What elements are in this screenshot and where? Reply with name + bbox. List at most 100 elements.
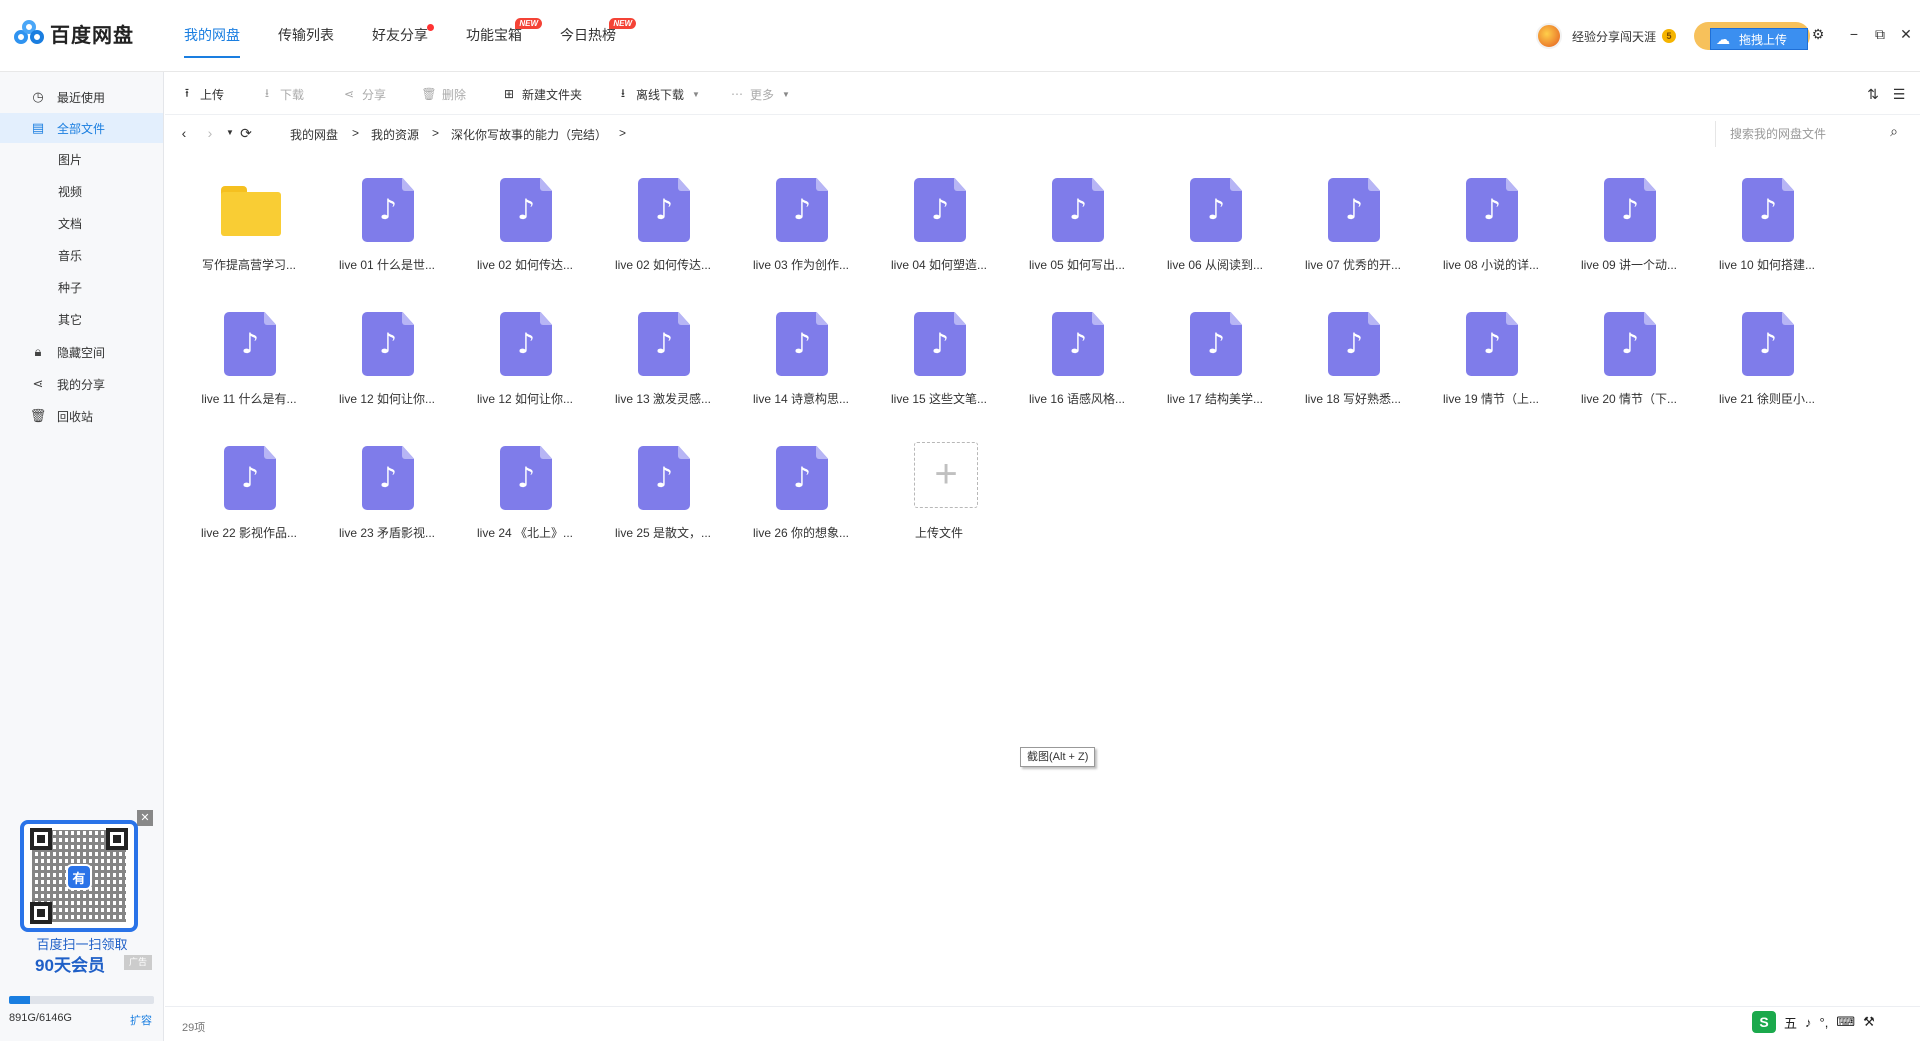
file-item[interactable]: ♪ live 03 作为创作... — [742, 170, 860, 280]
file-item[interactable]: ♪ live 09 讲一个动... — [1570, 170, 1688, 280]
file-item[interactable]: ♪ live 05 如何写出... — [1018, 170, 1136, 280]
ime-toolbar[interactable]: S 五 ♪ °, ⌨ ⚒ — [1752, 1010, 1875, 1034]
chevron-down-icon: ▼ — [692, 89, 700, 99]
file-item[interactable]: ♪ live 21 徐则臣小... — [1708, 304, 1826, 414]
sogou-ime-icon[interactable]: S — [1752, 1011, 1776, 1033]
sidebar-item-recycle-bin[interactable]: 🗑︎ 回收站 — [0, 401, 163, 431]
restore-icon[interactable]: ⧉ — [1870, 24, 1890, 44]
search-icon[interactable]: ⌕ — [1885, 123, 1903, 141]
file-name: live 24 《北上》... — [476, 526, 574, 540]
sidebar-item-recent[interactable]: ◷ 最近使用 — [0, 82, 163, 112]
file-item[interactable]: ♪ live 15 这些文笔... — [880, 304, 998, 414]
search-input[interactable]: 搜索我的网盘文件 — [1715, 121, 1865, 147]
sort-icon[interactable]: ⇅ — [1863, 84, 1883, 104]
file-item[interactable]: ♪ live 12 如何让你... — [328, 304, 446, 414]
new-folder-button[interactable]: ⊞ 新建文件夹 — [502, 84, 582, 104]
upload-button[interactable]: ⭱ 上传 — [180, 84, 224, 104]
breadcrumb-item[interactable]: 我的资源 — [371, 126, 419, 143]
gear-icon[interactable]: ⚙ — [1808, 24, 1828, 44]
file-item[interactable]: ♪ live 12 如何让你... — [466, 304, 584, 414]
file-item[interactable]: ♪ live 22 影视作品... — [190, 438, 308, 548]
sidebar-item-videos[interactable]: 视频 — [58, 182, 82, 202]
file-item[interactable]: ♪ live 11 什么是有... — [190, 304, 308, 414]
tab-toolbox[interactable]: 功能宝箱 NEW — [452, 0, 542, 72]
breadcrumb-item[interactable]: 深化你写故事的能力（完结） — [451, 126, 607, 143]
file-item[interactable]: ♪ live 02 如何传达... — [604, 170, 722, 280]
file-item[interactable]: ♪ live 04 如何塑造... — [880, 170, 998, 280]
clock-icon: ◷ — [32, 89, 44, 104]
sidebar-item-torrents[interactable]: 种子 — [58, 278, 82, 298]
tab-hot-list[interactable]: 今日热榜 NEW — [546, 0, 636, 72]
close-icon[interactable]: ✕ — [1896, 24, 1916, 44]
file-item[interactable]: ♪ live 24 《北上》... — [466, 438, 584, 548]
forward-icon[interactable]: › — [201, 124, 219, 142]
ime-mode-icon[interactable]: 五 — [1784, 1013, 1797, 1032]
file-name: live 16 语感风格... — [1028, 392, 1126, 406]
list-view-icon[interactable]: ☰ — [1889, 84, 1909, 104]
file-name: live 26 你的想象... — [752, 526, 850, 540]
app-logo[interactable]: 百度网盘 — [14, 18, 134, 48]
trash-icon: 🗑︎ — [29, 408, 47, 423]
minimize-icon[interactable]: − — [1844, 24, 1864, 44]
file-name: live 11 什么是有... — [201, 392, 297, 406]
sidebar-item-label: 隐藏空间 — [57, 345, 106, 360]
file-item[interactable]: ♪ live 07 优秀的开... — [1294, 170, 1412, 280]
file-item[interactable]: ♪ live 25 是散文，... — [604, 438, 722, 548]
file-item[interactable]: ♪ live 20 情节（下... — [1570, 304, 1688, 414]
avatar[interactable] — [1536, 23, 1562, 49]
file-item[interactable]: ♪ live 02 如何传达... — [466, 170, 584, 280]
sidebar-item-label: 回收站 — [57, 409, 94, 424]
file-item[interactable]: ♪ live 10 如何搭建... — [1708, 170, 1826, 280]
upload-file-tile[interactable]: + 上传文件 — [880, 438, 998, 548]
more-button[interactable]: ⋯ 更多 ▼ — [730, 84, 790, 104]
refresh-icon[interactable]: ⟳ — [237, 124, 255, 142]
delete-button[interactable]: 🗑︎ 删除 — [421, 84, 466, 104]
file-item[interactable]: ♪ live 13 激发灵感... — [604, 304, 722, 414]
tab-my-netdisk[interactable]: 我的网盘 — [170, 0, 254, 72]
sidebar-item-images[interactable]: 图片 — [58, 150, 82, 170]
sidebar-item-my-shares[interactable]: ⋖ 我的分享 — [0, 369, 163, 399]
file-item[interactable]: ♪ live 06 从阅读到... — [1156, 170, 1274, 280]
folder-item[interactable]: 写作提高营学习... — [190, 170, 308, 280]
file-item[interactable]: ♪ live 23 矛盾影视... — [328, 438, 446, 548]
ime-voice-icon[interactable]: ♪ — [1805, 1015, 1812, 1030]
sidebar-item-all-files[interactable]: ▤ 全部文件 — [0, 113, 163, 143]
file-name: live 05 如何写出... — [1028, 258, 1126, 272]
file-item[interactable]: ♪ live 16 语感风格... — [1018, 304, 1136, 414]
file-item[interactable]: ♪ live 08 小说的详... — [1432, 170, 1550, 280]
drag-upload-button[interactable]: ☁ 拖拽上传 — [1710, 28, 1808, 50]
file-item[interactable]: ♪ live 26 你的想象... — [742, 438, 860, 548]
sidebar-item-music[interactable]: 音乐 — [58, 246, 82, 266]
tab-friend-share[interactable]: 好友分享 — [358, 0, 442, 72]
download-button[interactable]: ⭳ 下载 — [260, 84, 304, 104]
user-info[interactable]: 经验分享闯天涯 5 — [1536, 22, 1677, 50]
file-item[interactable]: ♪ live 14 诗意构思... — [742, 304, 860, 414]
expand-storage-link[interactable]: 扩容 — [130, 1012, 152, 1028]
share-label: 分享 — [362, 87, 387, 102]
file-item[interactable]: ♪ live 19 情节（上... — [1432, 304, 1550, 414]
ime-punctuation-icon[interactable]: °, — [1820, 1015, 1829, 1030]
offline-download-button[interactable]: ⭳ 离线下载 ▼ — [616, 84, 700, 104]
tab-transfer-list[interactable]: 传输列表 — [264, 0, 348, 72]
back-icon[interactable]: ‹ — [175, 124, 193, 142]
sidebar-item-hidden-space[interactable]: 🔒︎ 隐藏空间 — [0, 337, 163, 367]
sidebar-item-others[interactable]: 其它 — [58, 310, 82, 330]
item-count: 29项 — [182, 1022, 206, 1034]
upload-label: 上传 — [200, 87, 225, 102]
baidu-cloud-logo-icon — [14, 20, 44, 46]
sidebar-item-label: 全部文件 — [57, 121, 106, 136]
breadcrumb-item[interactable]: 我的网盘 — [290, 126, 338, 143]
ime-keyboard-icon[interactable]: ⌨ — [1836, 1014, 1855, 1030]
file-name: live 21 徐则臣小... — [1718, 392, 1816, 406]
share-button[interactable]: ⋖ 分享 — [342, 84, 386, 104]
sidebar-item-documents[interactable]: 文档 — [58, 214, 82, 234]
file-item[interactable]: ♪ live 17 结构美学... — [1156, 304, 1274, 414]
more-label: 更多 — [750, 87, 775, 102]
file-item[interactable]: ♪ live 01 什么是世... — [328, 170, 446, 280]
file-item[interactable]: ♪ live 18 写好熟悉... — [1294, 304, 1412, 414]
user-name[interactable]: 经验分享闯天涯 — [1572, 28, 1656, 45]
ime-tools-icon[interactable]: ⚒ — [1863, 1014, 1875, 1030]
audio-file-icon: ♪ — [1190, 312, 1242, 376]
promo-close-button[interactable]: ✕ — [137, 810, 153, 826]
promo-qr-code[interactable]: 有 — [20, 820, 138, 932]
